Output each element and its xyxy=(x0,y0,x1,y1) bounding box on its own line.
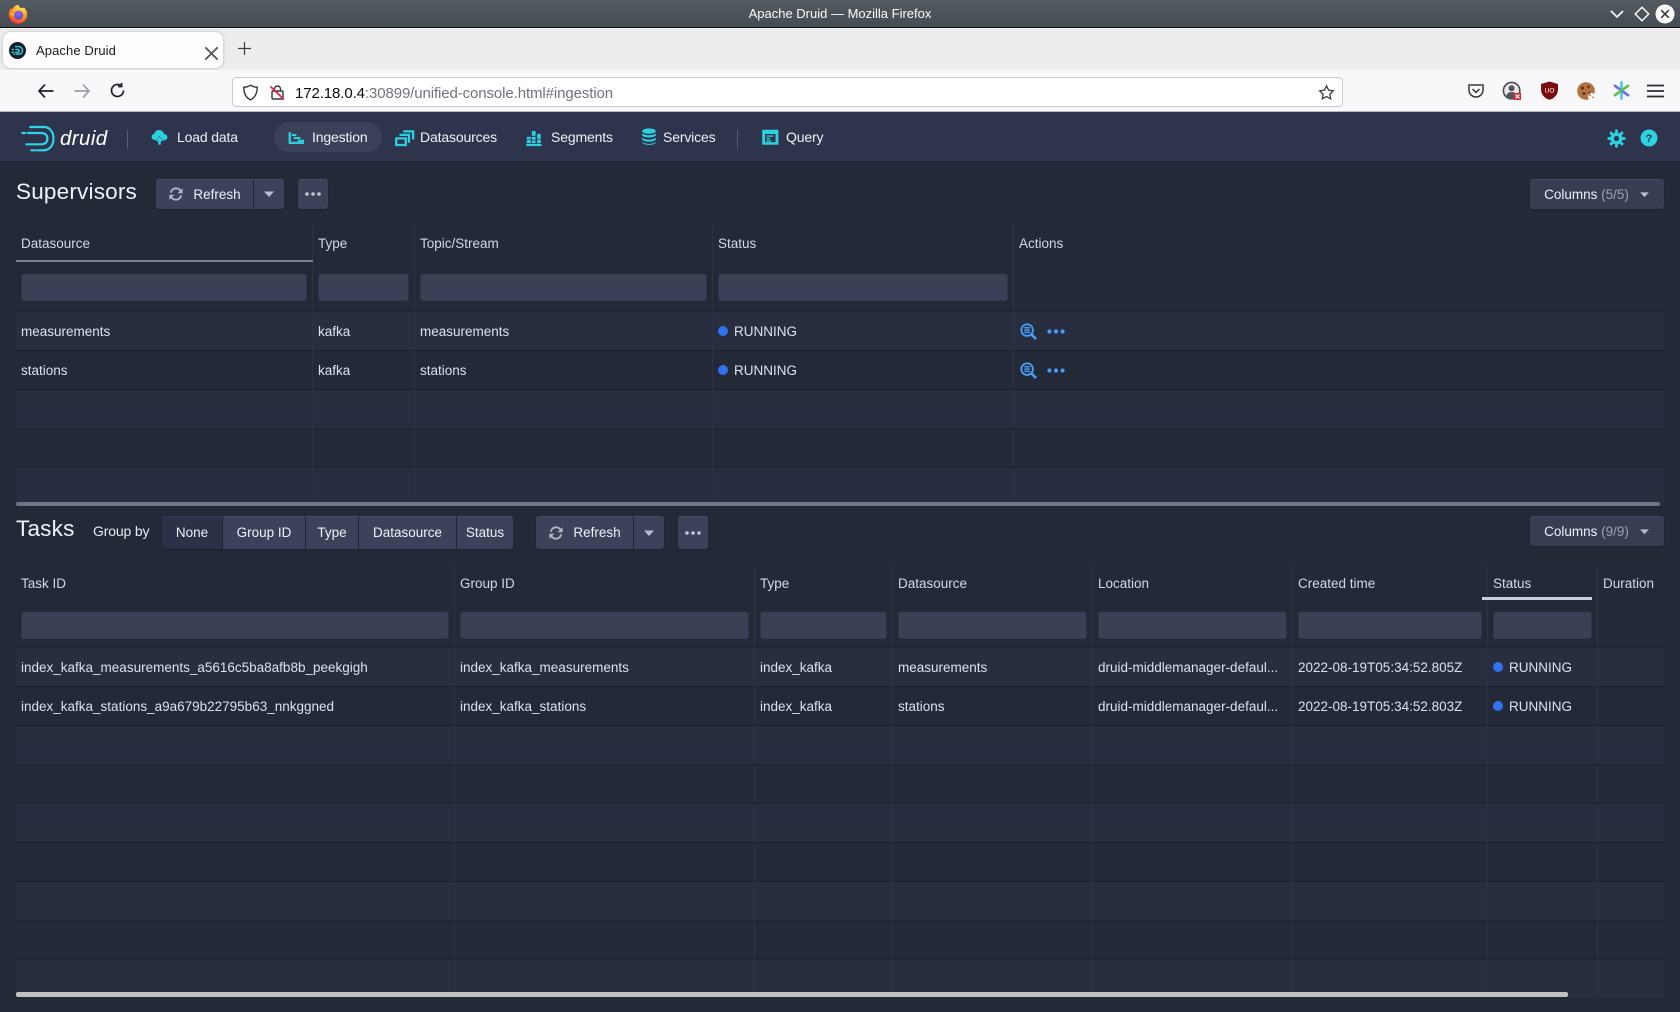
svg-text:UO: UO xyxy=(1545,88,1555,95)
svg-text:?: ? xyxy=(1646,133,1653,145)
